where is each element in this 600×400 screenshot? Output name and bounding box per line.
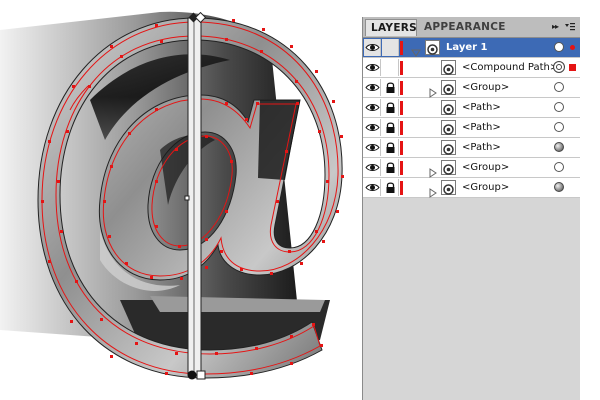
expand-triangle-icon[interactable]: [411, 43, 421, 57]
layer-thumbnail-icon: [425, 40, 440, 55]
target-circle-icon[interactable]: [553, 61, 565, 73]
layer-row[interactable]: <Path>: [363, 138, 580, 158]
visibility-eye-icon[interactable]: [364, 39, 381, 56]
layer-thumbnail-icon: [441, 100, 456, 115]
target-circle-icon[interactable]: [554, 142, 564, 152]
layer-color-strip: [400, 121, 403, 135]
panel-tabs: LAYERS APPEARANCE ▸▸: [363, 17, 580, 38]
layer-thumbnail-icon: [441, 60, 456, 75]
collapse-arrows-icon[interactable]: ▸▸: [552, 20, 559, 34]
lock-icon[interactable]: [382, 179, 399, 196]
extrusion-highlight: [150, 296, 325, 312]
visibility-eye-icon[interactable]: [364, 99, 381, 116]
target-circle-icon[interactable]: [554, 102, 564, 112]
visibility-eye-icon[interactable]: [364, 179, 381, 196]
lock-toggle-empty[interactable]: [382, 39, 399, 56]
expand-triangle-icon[interactable]: [429, 163, 437, 178]
layer-name-label[interactable]: <Path>: [462, 118, 501, 138]
lock-icon[interactable]: [382, 119, 399, 136]
visibility-eye-icon[interactable]: [364, 59, 381, 76]
artboard-canvas[interactable]: [0, 0, 362, 400]
visibility-eye-icon[interactable]: [364, 119, 381, 136]
layer-thumbnail-icon: [441, 180, 456, 195]
layer-color-strip: [400, 141, 403, 155]
lock-icon[interactable]: [382, 99, 399, 116]
layer-color-strip: [400, 81, 403, 95]
layer-color-strip: [400, 101, 403, 115]
layer-list: Layer 1 <Compound Path> <Group> <Path> <Path…: [363, 38, 580, 198]
layer-row[interactable]: <Group>: [363, 78, 580, 98]
layer-thumbnail-icon: [441, 140, 456, 155]
layer-row[interactable]: <Path>: [363, 118, 580, 138]
layer-row[interactable]: <Group>: [363, 158, 580, 178]
panel-menu-icon[interactable]: [563, 20, 576, 33]
layer-thumbnail-icon: [441, 160, 456, 175]
layer-name-label[interactable]: <Compound Path>: [462, 58, 558, 78]
target-circle-icon[interactable]: [554, 122, 564, 132]
selection-indicator[interactable]: [570, 45, 575, 50]
layer-color-strip: [400, 161, 403, 175]
layers-panel: LAYERS APPEARANCE ▸▸ Layer 1 <Compound Pa…: [362, 17, 580, 400]
target-circle-icon[interactable]: [554, 162, 564, 172]
expand-triangle-icon[interactable]: [429, 83, 437, 98]
top-strip: [362, 0, 600, 17]
target-circle-icon[interactable]: [554, 42, 564, 52]
visibility-eye-icon[interactable]: [364, 159, 381, 176]
inner-shadow-stem: [258, 100, 300, 180]
layer-name-label[interactable]: <Path>: [462, 98, 501, 118]
layer-row[interactable]: <Path>: [363, 98, 580, 118]
layer-name-label[interactable]: <Group>: [462, 178, 509, 198]
layer-name-label[interactable]: <Path>: [462, 138, 501, 158]
lock-icon[interactable]: [382, 139, 399, 156]
lock-icon[interactable]: [382, 79, 399, 96]
lock-toggle-empty[interactable]: [382, 59, 399, 76]
selection-indicator[interactable]: [569, 64, 576, 71]
panel-empty-area: [363, 198, 580, 400]
tab-appearance[interactable]: APPEARANCE: [419, 19, 505, 36]
right-gutter: [580, 17, 600, 400]
layer-name-label[interactable]: <Group>: [462, 158, 509, 178]
layer-name-label[interactable]: <Group>: [462, 78, 509, 98]
layer-row[interactable]: <Compound Path>: [363, 58, 580, 78]
tab-layers[interactable]: LAYERS: [365, 19, 417, 36]
target-circle-icon[interactable]: [554, 82, 564, 92]
layer-thumbnail-icon: [441, 120, 456, 135]
layer-row[interactable]: Layer 1: [363, 38, 580, 58]
expand-triangle-icon[interactable]: [429, 183, 437, 198]
layer-color-strip: [400, 181, 403, 195]
layer-color-strip: [400, 41, 403, 55]
layer-thumbnail-icon: [441, 80, 456, 95]
target-circle-icon[interactable]: [554, 182, 564, 192]
visibility-eye-icon[interactable]: [364, 79, 381, 96]
at-sign-3d-artwork[interactable]: [0, 0, 362, 400]
lock-icon[interactable]: [382, 159, 399, 176]
layer-row[interactable]: <Group>: [363, 178, 580, 198]
visibility-eye-icon[interactable]: [364, 139, 381, 156]
layer-color-strip: [400, 61, 403, 75]
layer-name-label[interactable]: Layer 1: [446, 38, 487, 58]
